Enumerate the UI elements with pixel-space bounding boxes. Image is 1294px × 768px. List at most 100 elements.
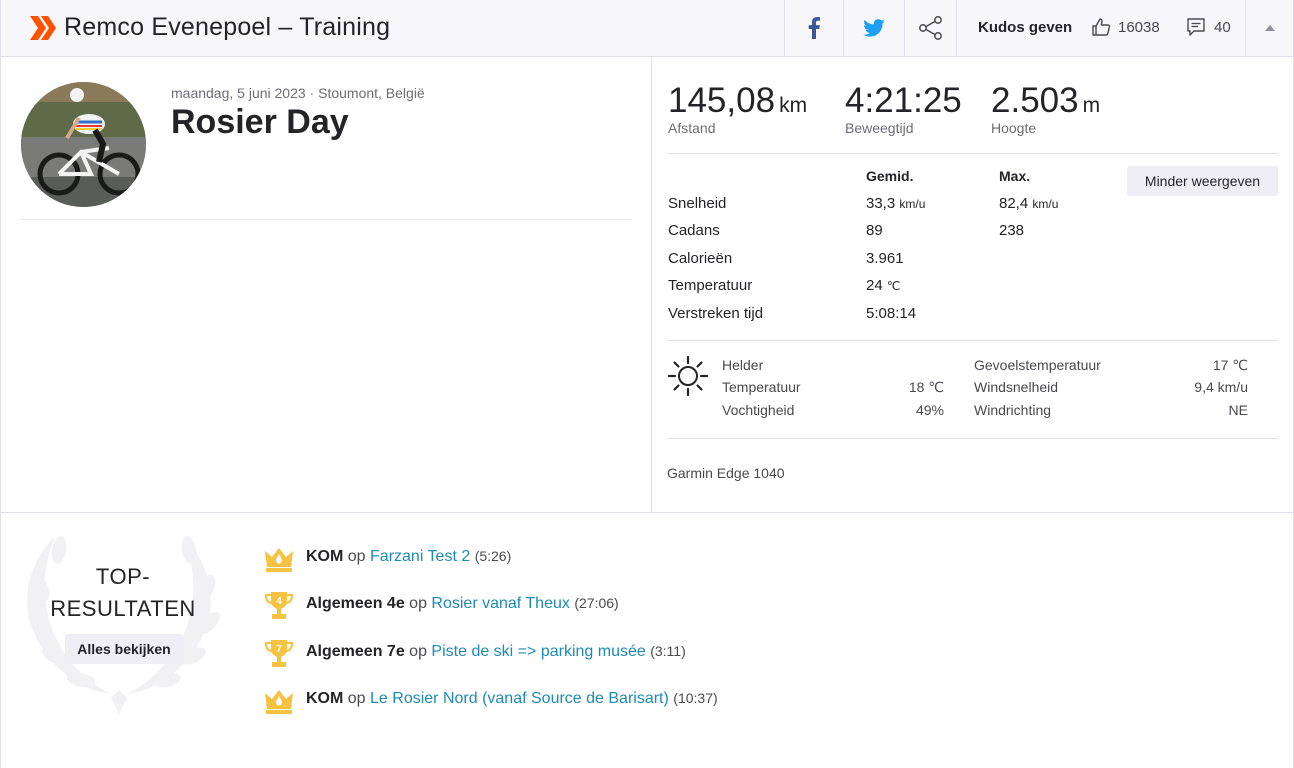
top-results-title-line1: TOP- [95,564,151,589]
activity-title: Rosier Day [171,103,349,141]
weather-wind-speed-label: Windsnelheid [974,379,1059,395]
weather-temperature-value: 18 ℃ [908,379,944,395]
achievement-time: (3:11) [650,643,686,659]
comment-count[interactable]: 40 [1214,19,1231,36]
row-label-elapsed-time: Verstreken tijd [668,305,764,322]
weather-feels-label: Gevoelstemperatuur [974,357,1101,373]
elevation-unit: m [1082,94,1101,117]
achievement-text: KOM op Le Rosier Nord (vanaf Source de B… [306,690,718,708]
crown-icon [265,548,293,572]
cadence-max: 238 [999,222,1025,239]
divider [667,153,1278,154]
thumbs-up-icon[interactable] [1091,17,1111,37]
give-kudos-button[interactable]: Kudos geven [978,19,1072,36]
achievement-text: Algemeen 7e op Piste de ski => parking m… [306,643,686,661]
kudos-count[interactable]: 16038 [1118,19,1160,36]
caret-up-icon [1264,25,1275,31]
distance-unit: km [779,94,808,117]
moving-time-label: Beweegtijd [845,120,914,136]
comment-icon[interactable] [1186,17,1206,37]
trophy-icon: 7 [264,640,294,667]
achievement-text: Algemeen 4e op Rosier vanaf Theux (27:06… [306,595,619,613]
elapsed-time-value: 5:08:14 [866,305,917,322]
distance-value: 145,08 [668,81,776,120]
speed-max-value: 82,4 [999,195,1029,212]
facebook-share-button[interactable] [784,0,843,56]
achievement-op: op [347,548,366,565]
achievement-time: (5:26) [474,548,512,564]
achievement-text: KOM op Farzani Test 2 (5:26) [306,548,511,566]
achievement-op: op [409,643,427,660]
collapse-header-button[interactable] [1245,0,1293,56]
stat-distance: 145,08 km Afstand [668,81,807,136]
trophy-number: 7 [276,644,282,655]
temperature-avg-unit: ℃ [886,279,901,293]
weather-temperature-label: Temperatuur [722,379,801,395]
page-title: Remco Evenepoel – Training [64,13,391,41]
speed-max-unit: km/u [1032,197,1059,211]
achievement-op: op [409,595,427,612]
achievement-rank: KOM [306,548,344,565]
row-label-speed: Snelheid [668,195,727,212]
column-header-max: Max. [999,168,1031,184]
cadence-avg: 89 [866,222,883,239]
temperature-avg-value: 24 [866,277,883,294]
weather-wind-direction-label: Windrichting [974,402,1052,418]
distance-label: Afstand [668,120,716,136]
segment-link[interactable]: Le Rosier Nord (vanaf Source de Barisart… [370,690,669,707]
column-header-avg: Gemid. [866,168,914,184]
row-label-calories: Calorieën [668,250,733,267]
strava-chevron-icon [30,16,56,40]
segment-link[interactable]: Farzani Test 2 [370,548,470,565]
achievement-time: (10:37) [673,690,718,706]
segment-link[interactable]: Piste de ski => parking musée [431,643,645,660]
calories-value: 3.961 [866,250,904,267]
divider [667,340,1278,341]
top-results-section: TOP- RESULTATEN Alles bekijken KOM op Fa… [0,513,1294,768]
weather-humidity-label: Vochtigheid [722,402,795,418]
top-results-title-line2: RESULTATEN [50,596,196,621]
activity-summary: maandag, 5 juni 2023 · Stoumont, België … [0,57,1294,513]
speed-max: 82,4 km/u [999,195,1058,212]
stat-moving-time: 4:21:25 Beweegtijd [845,81,962,136]
achievement-rank: KOM [306,690,344,707]
trophy-icon: 4 [264,592,294,619]
stat-elevation: 2.503 m Hoogte [991,81,1100,136]
twitter-icon [863,19,885,37]
view-all-button[interactable]: Alles bekijken [65,634,183,664]
moving-time-value: 4:21:25 [845,81,962,120]
achievement-op: op [347,690,366,707]
twitter-share-button[interactable] [843,0,904,56]
weather-wind-speed-value: 9,4 km/u [1194,379,1248,395]
sun-icon [667,355,709,397]
elevation-value: 2.503 [991,81,1079,120]
avatar-image [21,82,146,207]
achievement-rank: Algemeen 7e [306,643,405,660]
weather-humidity-value: 49% [915,402,944,418]
speed-avg-value: 33,3 [866,195,896,212]
speed-avg: 33,3 km/u [866,195,925,212]
share-button[interactable] [904,0,956,56]
activity-date-location: maandag, 5 juni 2023 · Stoumont, België [171,85,425,101]
column-divider [651,57,652,512]
share-icon [918,16,942,40]
athlete-avatar[interactable] [21,82,146,207]
divider [667,438,1278,439]
weather-condition: Helder [722,357,764,373]
facebook-icon [808,17,820,39]
row-label-cadence: Cadans [668,222,720,239]
temperature-avg: 24 ℃ [866,277,900,294]
weather-feels-value: 17 ℃ [1212,357,1248,373]
speed-avg-unit: km/u [899,197,926,211]
header-divider [956,0,957,56]
achievement-time: (27:06) [574,595,619,611]
show-less-button[interactable]: Minder weergeven [1127,166,1278,196]
crown-icon [265,690,293,714]
segment-link[interactable]: Rosier vanaf Theux [431,595,569,612]
divider [21,219,632,220]
row-label-temperature: Temperatuur [668,277,753,294]
top-results-title: TOP- RESULTATEN [23,561,223,625]
device-name: Garmin Edge 1040 [667,465,785,481]
achievement-rank: Algemeen 4e [306,595,405,612]
weather-wind-direction-value: NE [1228,402,1248,418]
